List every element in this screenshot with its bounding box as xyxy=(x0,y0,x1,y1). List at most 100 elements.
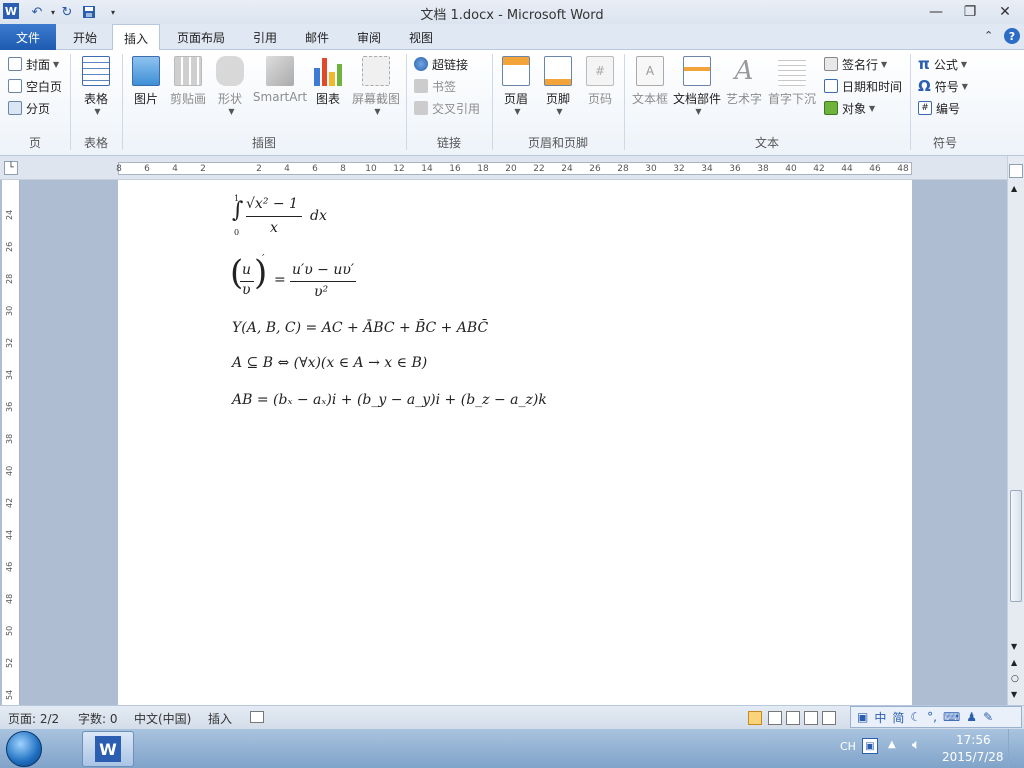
crossref-button[interactable]: 交叉引用 xyxy=(414,98,480,118)
vertical-ruler[interactable]: 24 26 28 30 32 34 36 38 40 42 44 46 48 50 52 54 xyxy=(2,180,20,705)
language-indicator[interactable]: 中文(中国) xyxy=(134,710,191,727)
clock-date[interactable]: 2015/7/28 xyxy=(942,750,1004,764)
header-button[interactable]: 页眉 ▼ xyxy=(498,56,534,116)
chevron-down-icon: ▼ xyxy=(695,107,702,116)
tab-references[interactable]: 引用 xyxy=(242,24,288,50)
ime-settings-icon[interactable]: ✎ xyxy=(983,710,993,724)
minimize-button[interactable]: — xyxy=(921,2,951,22)
table-button[interactable]: 表格 ▼ xyxy=(76,56,116,116)
date-time-button[interactable]: 日期和时间 xyxy=(824,76,902,96)
close-button[interactable]: ✕ xyxy=(990,2,1020,22)
chevron-down-icon: ▼ xyxy=(228,107,235,116)
show-hidden-icons[interactable]: ▲ xyxy=(888,739,896,750)
smartart-button[interactable]: SmartArt xyxy=(252,56,308,104)
document-page[interactable]: 1 ∫ 0 √x² − 1 x dx ( u υ ) ′ = u′υ − uυ′… xyxy=(118,180,912,705)
print-layout-view-icon[interactable] xyxy=(748,711,762,725)
taskbar-word-button[interactable]: W xyxy=(82,731,134,767)
ruler-tick: 4 xyxy=(172,164,178,174)
start-button[interactable] xyxy=(6,731,42,767)
ruler-tick: 16 xyxy=(449,164,461,174)
help-icon[interactable]: ? xyxy=(1004,28,1020,44)
reading-view-icon[interactable] xyxy=(768,711,782,725)
vertical-ruler-tick: 48 xyxy=(5,593,14,604)
minimize-ribbon-icon[interactable]: ⌃ xyxy=(984,29,993,42)
number-button[interactable]: # 编号 xyxy=(918,98,960,118)
fraction-bar xyxy=(290,281,356,282)
tab-insert[interactable]: 插入 xyxy=(112,24,160,51)
next-page-icon[interactable]: ▼ xyxy=(1011,690,1017,699)
page-count[interactable]: 页面: 2/2 xyxy=(8,710,59,727)
footer-button[interactable]: 页脚 ▼ xyxy=(540,56,576,116)
picture-button[interactable]: 图片 xyxy=(128,56,164,107)
scroll-down-icon[interactable]: ▼ xyxy=(1011,642,1017,651)
status-bar: 页面: 2/2 字数: 0 中文(中国) 插入 ▣ 中 简 ☾ °, ⌨ ♟ ✎ xyxy=(0,705,1024,729)
blank-page-button[interactable]: 空白页 xyxy=(8,76,62,96)
object-button[interactable]: 对象 ▼ xyxy=(824,98,875,118)
scroll-up-icon[interactable]: ▲ xyxy=(1011,184,1017,193)
macro-record-icon[interactable] xyxy=(250,711,264,723)
ruler-tick: 12 xyxy=(393,164,405,174)
page-number-button[interactable]: # 页码 xyxy=(582,56,618,107)
restore-button[interactable]: ❐ xyxy=(955,2,985,22)
vertical-scrollbar[interactable]: ▲ ▼ ▲ ○ ▼ xyxy=(1007,156,1024,705)
equation-vector[interactable]: AB = (bₓ − aₓ)i + (b_y − a_y)i + (b_z − … xyxy=(232,392,547,408)
wordart-icon: A xyxy=(734,56,754,86)
group-label-tables: 表格 xyxy=(83,136,108,150)
symbol-button[interactable]: Ω 符号 ▼ xyxy=(918,76,968,96)
signature-line-button[interactable]: 签名行 ▼ xyxy=(824,54,887,74)
web-layout-view-icon[interactable] xyxy=(786,711,800,725)
textbox-button[interactable]: A 文本框 xyxy=(630,56,670,107)
volume-icon[interactable]: 🔈︎ xyxy=(912,737,920,753)
clipart-button[interactable]: 剪贴画 xyxy=(166,56,210,107)
horizontal-ruler[interactable]: 8 6 4 2 2 4 6 8 10 12 14 16 18 20 22 24 26 28 30 32 34 36 38 40… xyxy=(116,162,912,175)
ime-user-icon[interactable]: ♟ xyxy=(966,710,977,724)
browse-object-icon[interactable]: ○ xyxy=(1011,674,1019,684)
page-break-button[interactable]: 分页 xyxy=(8,98,50,118)
draft-view-icon[interactable] xyxy=(822,711,836,725)
wordart-button[interactable]: A 艺术字 xyxy=(724,56,764,107)
equation-integral[interactable]: 1 ∫ 0 √x² − 1 x dx xyxy=(230,192,360,242)
tab-review[interactable]: 审阅 xyxy=(346,24,392,50)
ime-keyboard-icon[interactable]: ⌨ xyxy=(943,710,960,724)
view-ruler-icon[interactable] xyxy=(1009,164,1023,178)
chevron-down-icon: ▼ xyxy=(53,59,60,69)
tab-home[interactable]: 开始 xyxy=(62,24,108,50)
tab-selector-icon[interactable]: └ xyxy=(4,161,18,175)
outline-view-icon[interactable] xyxy=(804,711,818,725)
ime-tray-icon[interactable]: ▣ xyxy=(862,738,878,754)
ruler-tick: 24 xyxy=(561,164,573,174)
quickparts-button[interactable]: 文档部件 ▼ xyxy=(672,56,722,116)
scroll-thumb[interactable] xyxy=(1010,490,1022,602)
word-count[interactable]: 字数: 0 xyxy=(78,710,118,727)
ime-moon-icon[interactable]: ☾ xyxy=(910,710,921,724)
equation-boolean[interactable]: Y(A, B, C) = AC + ĀBC + B̄C + ABC̄ xyxy=(232,320,488,336)
clock-time[interactable]: 17:56 xyxy=(956,733,991,747)
ruler-tick: 30 xyxy=(645,164,657,174)
ime-punctuation-icon[interactable]: °, xyxy=(927,710,937,724)
cover-page-button[interactable]: 封面 ▼ xyxy=(8,54,59,74)
ime-simplified-toggle[interactable]: 简 xyxy=(892,709,904,726)
show-desktop-button[interactable] xyxy=(1008,729,1024,768)
dropcap-button[interactable]: 首字下沉 xyxy=(766,56,818,107)
ime-logo-icon[interactable]: ▣ xyxy=(857,710,868,724)
tab-view[interactable]: 视图 xyxy=(398,24,444,50)
chart-button[interactable]: 图表 xyxy=(310,56,346,107)
ime-chinese-toggle[interactable]: 中 xyxy=(874,709,886,726)
ruler-tick: 6 xyxy=(312,164,318,174)
equation-subset[interactable]: A ⊆ B ⇔ (∀x)(x ∈ A → x ∈ B) xyxy=(232,355,427,371)
tab-file[interactable]: 文件 xyxy=(0,24,56,50)
equation-quotient-rule[interactable]: ( u υ ) ′ = u′υ − uυ′ υ² xyxy=(230,252,370,304)
ruler-tick: 8 xyxy=(116,164,122,174)
equation-button[interactable]: π 公式 ▼ xyxy=(918,54,967,74)
tab-mailings[interactable]: 邮件 xyxy=(294,24,340,50)
insert-mode[interactable]: 插入 xyxy=(208,710,232,727)
page-break-icon xyxy=(8,101,22,115)
language-indicator-tray[interactable]: CH xyxy=(840,740,856,753)
screenshot-button[interactable]: 屏幕截图 ▼ xyxy=(350,56,402,116)
tab-page-layout[interactable]: 页面布局 xyxy=(166,24,236,50)
bookmark-button[interactable]: 书签 xyxy=(414,76,456,96)
shapes-button[interactable]: 形状 ▼ xyxy=(212,56,248,116)
ruler-tick: 32 xyxy=(673,164,685,174)
hyperlink-button[interactable]: 超链接 xyxy=(414,54,468,74)
prev-page-icon[interactable]: ▲ xyxy=(1011,658,1017,667)
